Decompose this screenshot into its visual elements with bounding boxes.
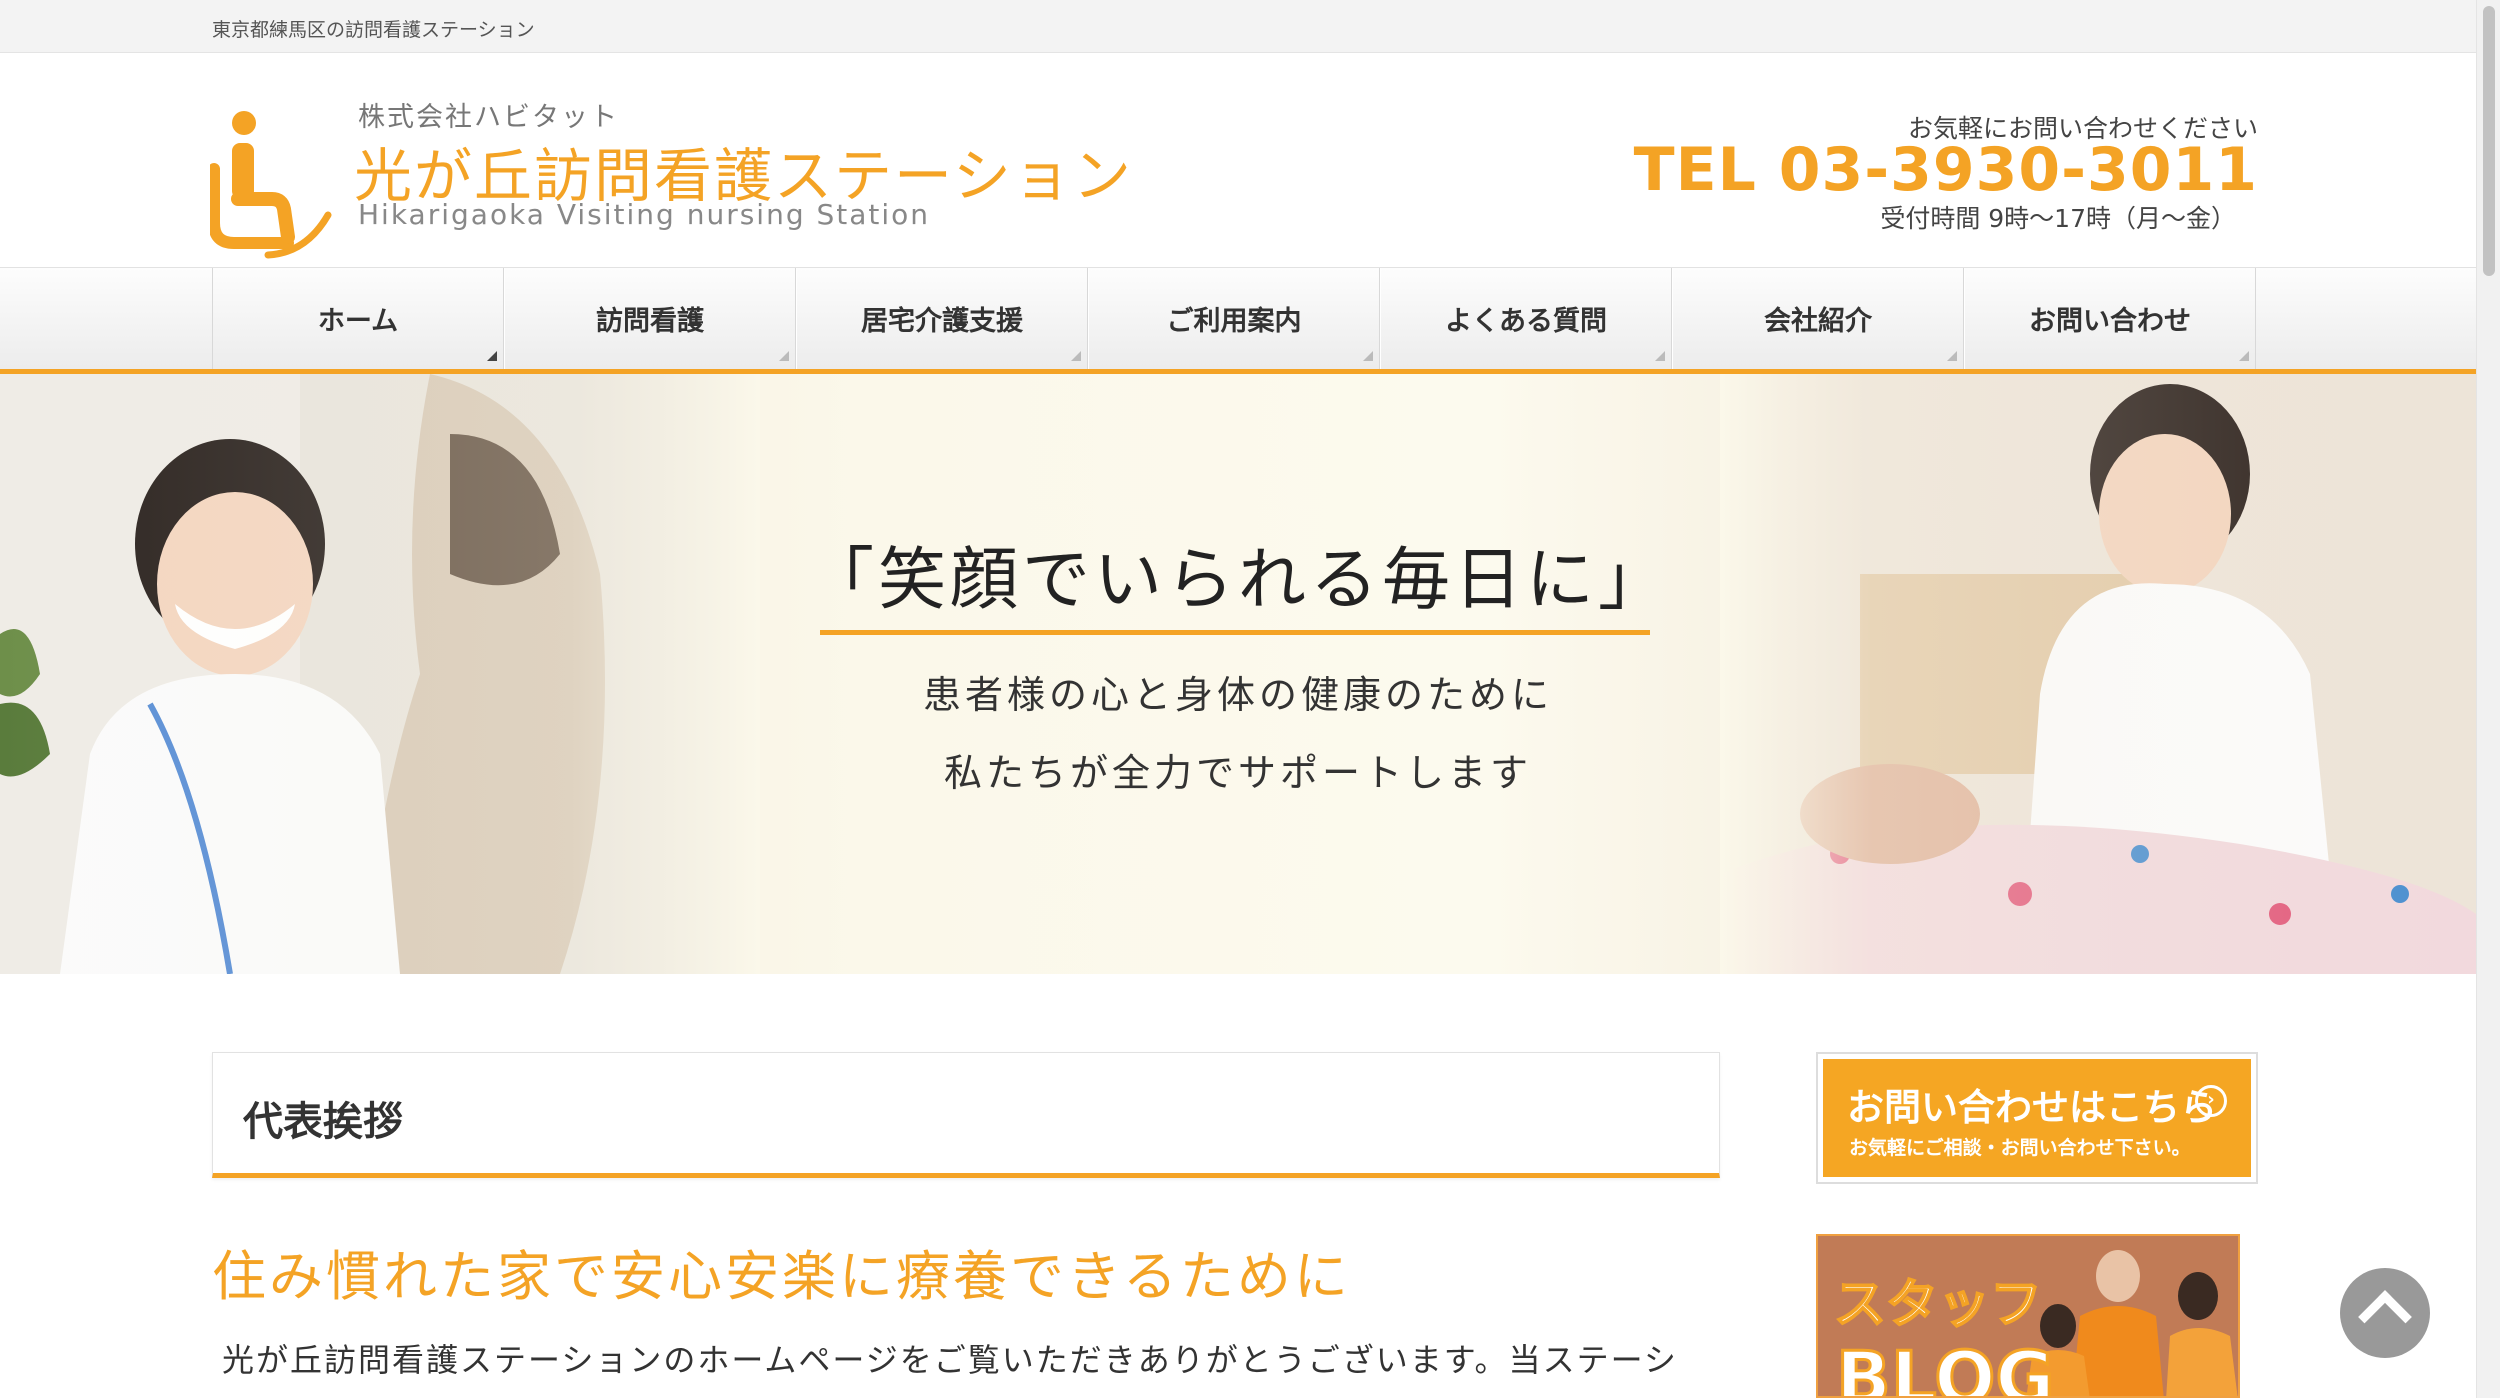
corner-triangle-icon xyxy=(1071,351,1081,361)
hero-title: 「笑顔でいられる毎日に」 xyxy=(805,541,1670,620)
corner-triangle-icon xyxy=(1947,351,1957,361)
nav-item-usage-guide[interactable]: ご利用案内 xyxy=(1088,268,1380,369)
nav-item-label: お問い合わせ xyxy=(2029,306,2191,337)
contact-banner-title: お問い合わせはこちら xyxy=(1847,1086,2217,1129)
nav-list: ホーム 訪問看護 居宅介護支援 ご利用案内 よくある質問 会社紹介 お問い合わせ xyxy=(212,268,2256,369)
site-name-en: Hikarigaoka Visiting nursing Station xyxy=(358,198,931,231)
tagline: 東京都練馬区の訪問看護ステーション xyxy=(212,19,535,41)
nav-item-label: ご利用案内 xyxy=(1166,306,1302,337)
main-nav: ホーム 訪問看護 居宅介護支援 ご利用案内 よくある質問 会社紹介 お問い合わせ xyxy=(0,268,2476,374)
nav-item-label: 訪問看護 xyxy=(596,306,704,337)
hero-subtitle-2: 私たちが全力でサポートします xyxy=(943,751,1532,795)
hero-banner: 「笑顔でいられる毎日に」 患者様の心と身体の健康のために 私たちが全力でサポート… xyxy=(0,374,2476,974)
corner-triangle-icon xyxy=(487,351,497,361)
circle-arrow-right-icon: › xyxy=(2195,1085,2227,1117)
nav-item-home-care-support[interactable]: 居宅介護支援 xyxy=(796,268,1088,369)
nav-item-home[interactable]: ホーム xyxy=(212,268,504,369)
nav-item-faq[interactable]: よくある質問 xyxy=(1380,268,1672,369)
staff-blog-banner[interactable]: スタッフ BLOG xyxy=(1816,1234,2240,1398)
back-to-top-button[interactable] xyxy=(2340,1268,2430,1358)
hero-subtitle-1: 患者様の心と身体の健康のために xyxy=(922,673,1553,717)
corner-triangle-icon xyxy=(779,351,789,361)
scrollbar-thumb[interactable] xyxy=(2483,6,2495,276)
body-text: 光が丘訪問看護ステーションのホームページをご覧いただきありがとうございます。当ス… xyxy=(222,1341,1678,1379)
contact-banner-sub: お気軽にご相談・お問い合わせ下さい。 xyxy=(1849,1137,2191,1159)
nav-item-company[interactable]: 会社紹介 xyxy=(1672,268,1964,369)
wheelchair-person-icon[interactable] xyxy=(210,103,340,273)
chevron-up-icon xyxy=(2358,1290,2412,1344)
hero-underline xyxy=(820,630,1650,635)
nav-item-contact[interactable]: お問い合わせ xyxy=(1964,268,2256,369)
blog-banner-bottom: BLOG xyxy=(1835,1335,2056,1398)
blog-banner-top: スタッフ xyxy=(1833,1274,2043,1336)
corner-triangle-icon xyxy=(1363,351,1373,361)
nav-item-label: よくある質問 xyxy=(1445,306,1607,337)
corner-triangle-icon xyxy=(1655,351,1665,361)
nav-item-label: 会社紹介 xyxy=(1764,306,1872,337)
business-hours: 受付時間 9時〜17時（月〜金） xyxy=(1880,204,2236,233)
lead-heading: 住み慣れた家で安心安楽に療養できるために xyxy=(212,1245,1351,1308)
corner-triangle-icon xyxy=(2239,351,2249,361)
contact-banner-inner: お問い合わせはこちら › お気軽にご相談・お問い合わせ下さい。 xyxy=(1823,1059,2251,1177)
top-strip: 東京都練馬区の訪問看護ステーション xyxy=(0,0,2476,53)
section-title: 代表挨拶 xyxy=(243,1099,403,1145)
page-scrollbar[interactable] xyxy=(2476,0,2500,1398)
nav-item-label: ホーム xyxy=(317,306,399,337)
nav-item-visiting-nursing[interactable]: 訪問看護 xyxy=(504,268,796,369)
phone-number[interactable]: TEL 03-3930-3011 xyxy=(1634,135,2258,205)
section-header: 代表挨拶 xyxy=(212,1052,1720,1178)
site-header: 株式会社ハビタット 光が丘訪問看護ステーション Hikarigaoka Visi… xyxy=(0,53,2476,268)
nav-item-label: 居宅介護支援 xyxy=(861,306,1023,337)
contact-banner[interactable]: お問い合わせはこちら › お気軽にご相談・お問い合わせ下さい。 xyxy=(1816,1052,2258,1184)
